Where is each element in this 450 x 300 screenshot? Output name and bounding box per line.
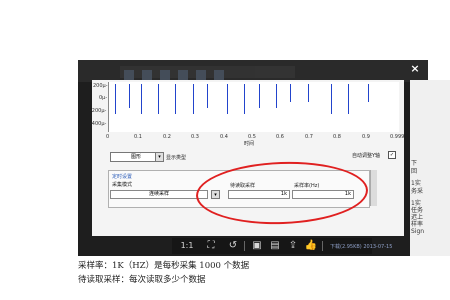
rotate-icon[interactable]: ↺ (226, 239, 240, 253)
x-tick-label: 0.9 (362, 134, 370, 140)
sliver-line: 样率 (411, 221, 424, 228)
background-toolbar (120, 66, 295, 80)
waveform-spike (175, 84, 176, 114)
waveform-spike (348, 84, 349, 114)
save-icon[interactable]: ▣ (250, 239, 264, 253)
vertical-scrollbar[interactable] (370, 170, 377, 206)
share-icon[interactable]: ⇪ (286, 239, 300, 253)
waveform-spike (141, 84, 142, 114)
sliver-line: 1实 (411, 200, 421, 207)
sliver-line: Sign (411, 228, 425, 235)
actual-size-button[interactable]: 1:1 (178, 239, 196, 253)
waveform-spike (227, 84, 228, 114)
autoscale-label: 自动调整Y轴 (352, 153, 381, 159)
y-tick-label: 200μ- (93, 83, 108, 89)
sliver-line: 务采 (411, 188, 424, 195)
y-tick-label: -200μ- (90, 108, 107, 114)
waveform-spike (259, 84, 260, 108)
close-viewer-button[interactable]: × (409, 63, 421, 75)
chevron-down-icon[interactable]: ▾ (155, 152, 164, 162)
toolbar-icon (196, 70, 206, 80)
caption-sample-rate: 采样率：1K（HZ）是每秒采集 1000 个数据 (78, 261, 250, 271)
sliver-line: 回 (411, 168, 418, 175)
x-tick-label: 0 (106, 134, 110, 140)
divider (244, 241, 245, 251)
caption-samples-to-read: 待读取采样：每次读取多少个数据 (78, 275, 206, 285)
x-tick-label: 0.8 (333, 134, 341, 140)
x-tick-label: 0.999 (390, 134, 405, 140)
x-tick-label: 0.1 (134, 134, 142, 140)
image-info: 下载(2.95KB) 2013-07-15 (330, 244, 393, 250)
waveform-spike (129, 84, 130, 108)
waveform-spike (244, 84, 245, 114)
waveform-plot (108, 82, 399, 132)
download-icon[interactable]: ▤ (268, 239, 282, 253)
sliver-line: 下 (411, 160, 418, 167)
autoscale-checkbox[interactable]: ✓ (388, 151, 396, 159)
waveform-spike (308, 84, 309, 102)
toolbar-icon (214, 70, 224, 80)
waveform-spike (331, 84, 332, 114)
x-tick-label: 0.2 (163, 134, 171, 140)
x-tick-label: 0.3 (191, 134, 199, 140)
display-type-label: 显示类型 (166, 155, 187, 161)
sliver-line: 任务 (411, 207, 424, 214)
x-axis-label: 时间 (244, 141, 255, 147)
waveform-spike (290, 84, 291, 102)
mode-select[interactable]: 连续采样 (110, 190, 208, 199)
x-tick-label: 0.7 (305, 134, 313, 140)
toolbar-icon (160, 70, 170, 80)
sliver-line: 1实 (411, 180, 421, 187)
waveform-spike (276, 84, 277, 108)
waveform-spike (115, 84, 116, 114)
toolbar-icon (142, 70, 152, 80)
waveform-spike (158, 84, 159, 114)
y-tick-label: 0μ- (99, 95, 108, 101)
thumbs-up-icon[interactable]: 👍 (304, 239, 318, 253)
x-tick-label: 0.6 (276, 134, 284, 140)
group-title: 定时设置 (112, 174, 133, 180)
fit-screen-icon[interactable]: ⛶ (204, 239, 218, 253)
divider (322, 241, 323, 251)
x-tick-label: 0.4 (220, 134, 228, 140)
sliver-line: 迟上 (411, 214, 424, 221)
y-tick-label: -400μ- (90, 121, 107, 127)
waveform-spike (368, 84, 369, 102)
toolbar-icon (124, 70, 134, 80)
toolbar-icon (178, 70, 188, 80)
waveform-spike (193, 84, 194, 114)
waveform-spike (207, 84, 208, 108)
mode-label: 采集模式 (112, 182, 133, 188)
